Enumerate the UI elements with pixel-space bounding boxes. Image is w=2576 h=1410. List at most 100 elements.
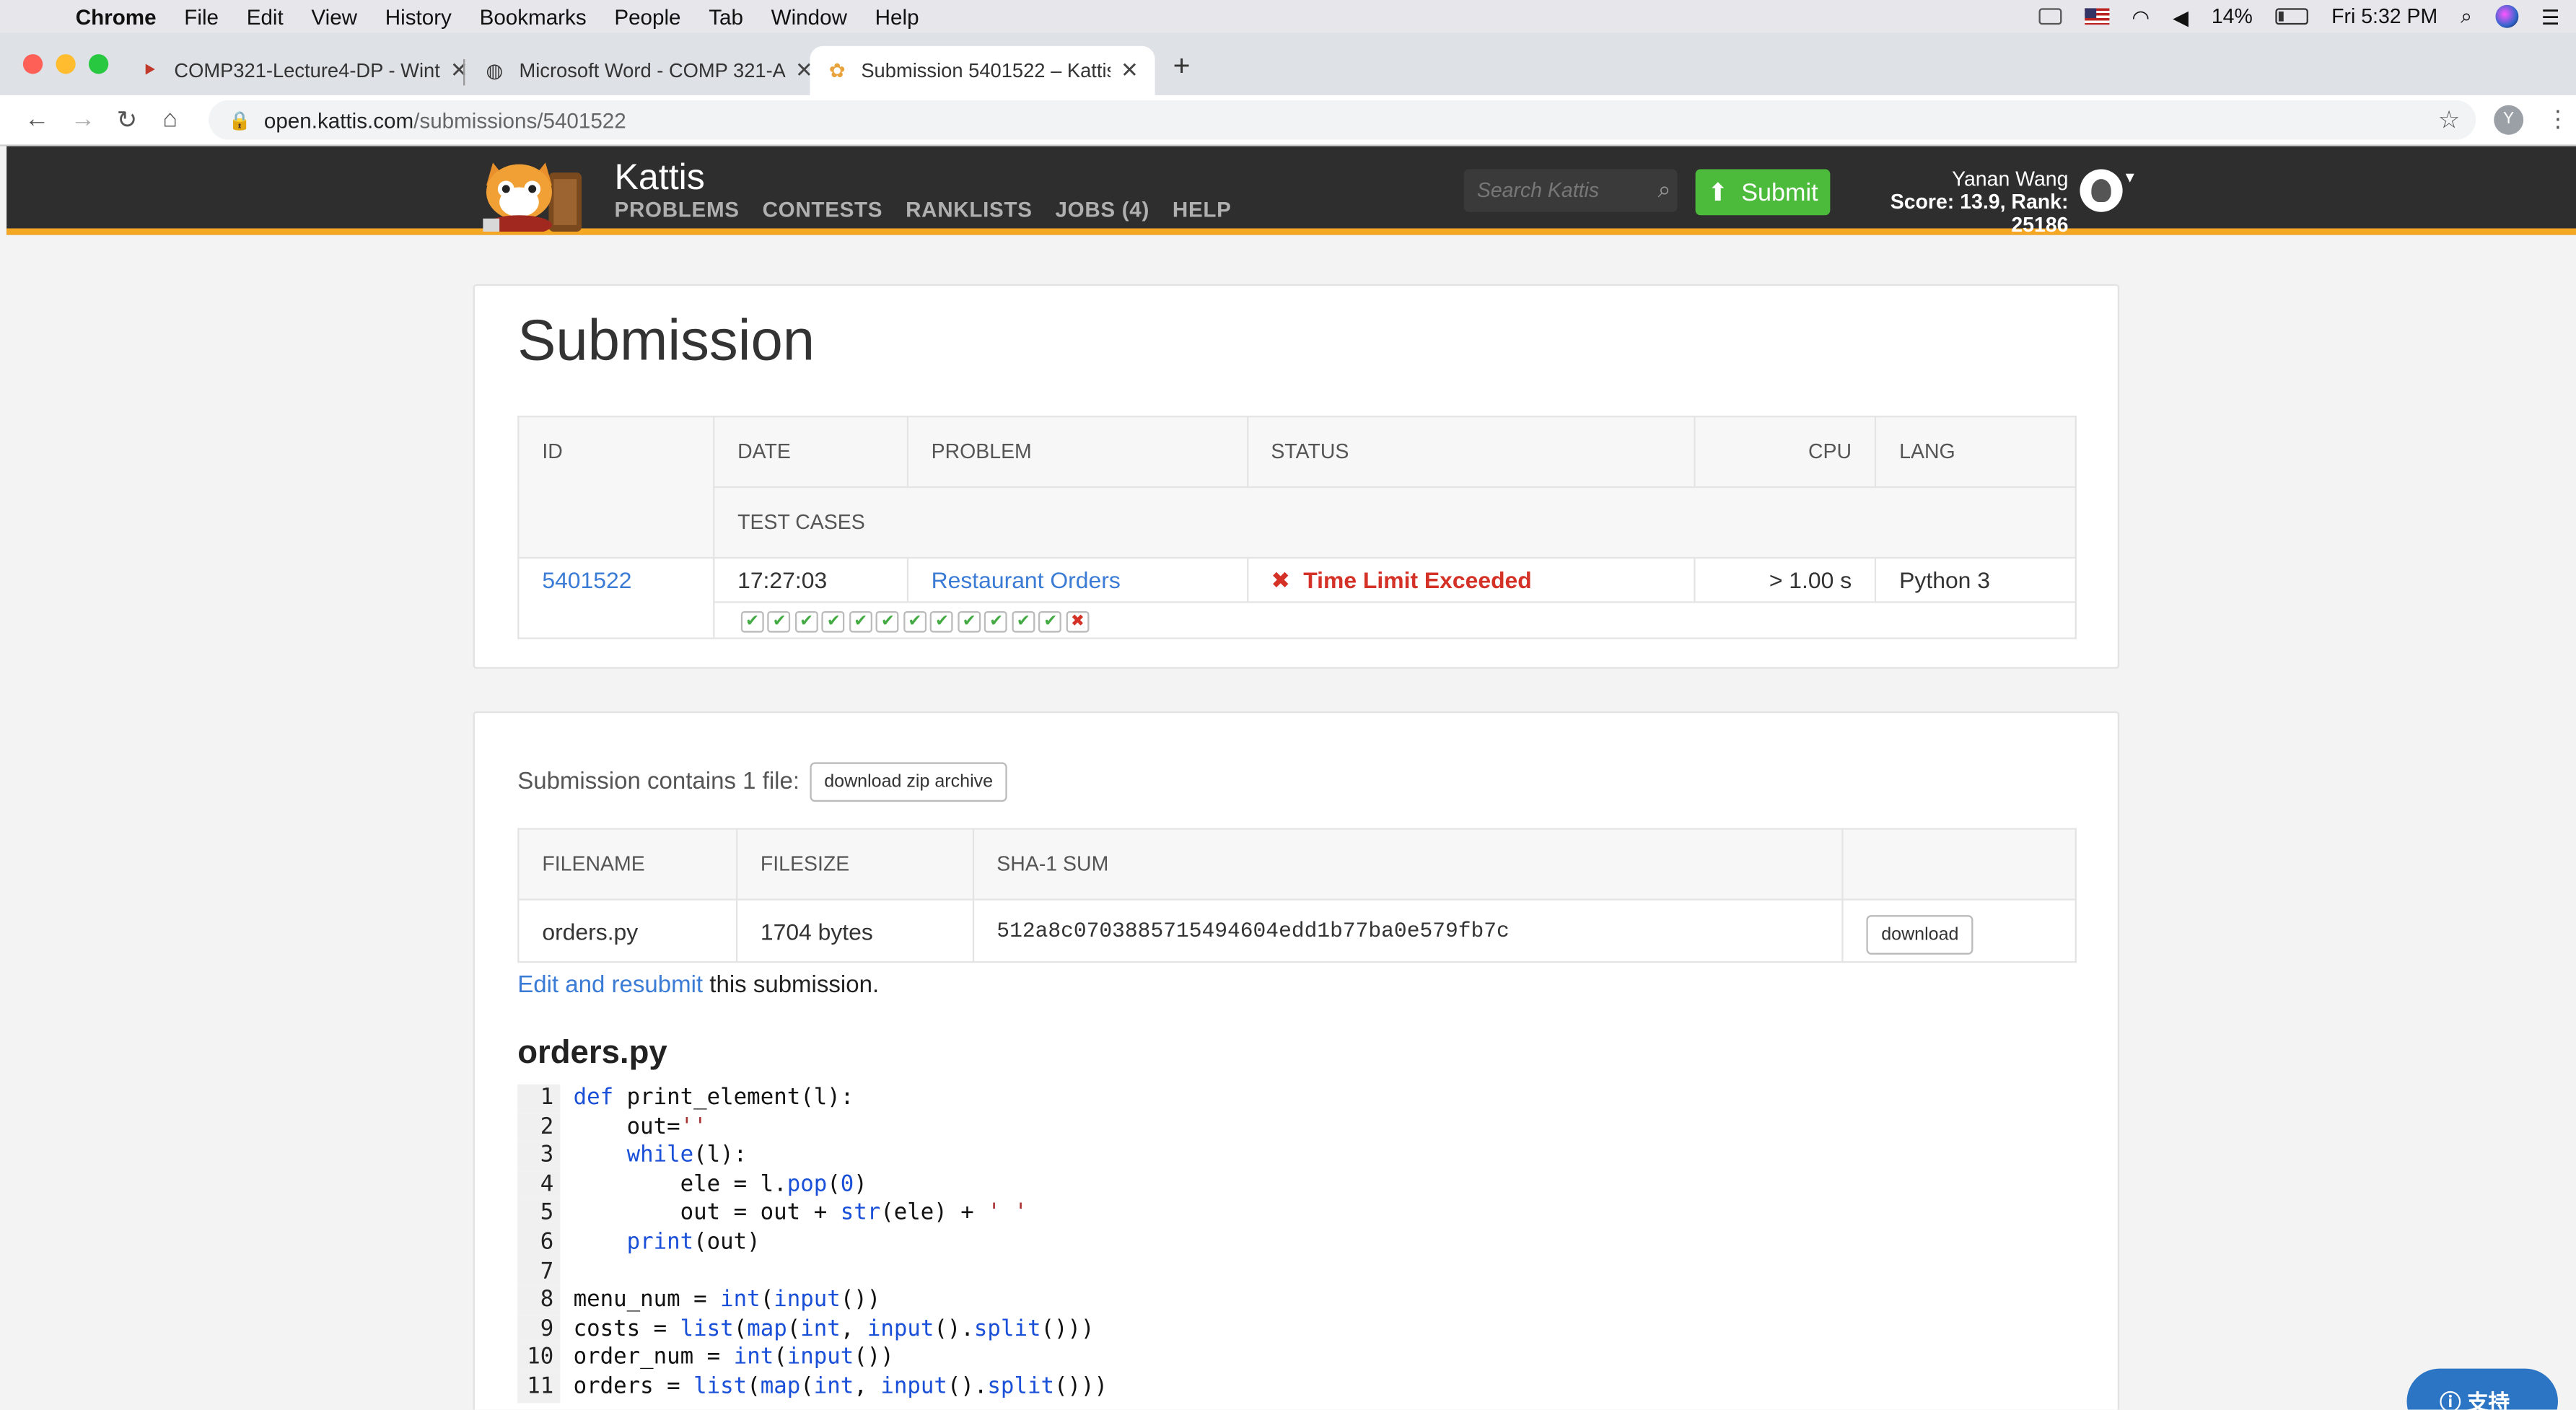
file-count-text: Submission contains 1 file: — [517, 769, 800, 795]
battery-icon[interactable] — [2275, 8, 2309, 25]
menu-people[interactable]: People — [614, 4, 680, 29]
volume-icon[interactable]: ◀ — [2173, 4, 2189, 29]
kattis-main-nav: PROBLEMS CONTESTS RANKLISTS JOBS (4) HEL… — [615, 197, 1232, 222]
test-case-pass-icon[interactable]: ✔ — [984, 611, 1008, 634]
col-actions — [1841, 828, 2077, 901]
nav-ranklists[interactable]: RANKLISTS — [906, 197, 1033, 222]
menu-tab[interactable]: Tab — [709, 4, 743, 29]
bookmark-star-icon[interactable]: ☆ — [2438, 105, 2461, 135]
col-status: STATUS — [1246, 416, 1696, 489]
menu-edit[interactable]: Edit — [247, 4, 284, 29]
input-source-flag-icon[interactable] — [2084, 8, 2109, 25]
download-zip-button[interactable]: download zip archive — [809, 762, 1008, 802]
source-code-block[interactable]: 1 def print_element(l): 2 out='' 3 while(l)… — [517, 1084, 2077, 1403]
code-line: 7 — [517, 1258, 2077, 1287]
new-tab-button[interactable]: + — [1173, 49, 1191, 84]
user-avatar[interactable] — [2080, 169, 2123, 212]
col-filesize: FILESIZE — [735, 828, 974, 901]
test-case-results: ✔ ✔ ✔ ✔ ✔ ✔ ✔ ✔ ✔ ✔ ✔ ✔ ✖ — [712, 601, 2077, 639]
download-button[interactable]: download — [1866, 914, 1973, 954]
code-text: order_num = int(input()) — [573, 1344, 894, 1371]
clock[interactable]: Fri 5:32 PM — [2331, 5, 2437, 28]
user-name: Yanan Wang — [1952, 167, 2069, 191]
zoom-window-button[interactable] — [88, 54, 109, 74]
test-case-pass-icon[interactable]: ✔ — [930, 611, 954, 634]
close-tab-icon[interactable]: ✕ — [450, 58, 468, 84]
test-case-pass-icon[interactable]: ✔ — [903, 611, 926, 634]
code-line: 5 out = out + str(ele) + ' ' — [517, 1199, 2077, 1229]
siri-icon[interactable] — [2494, 4, 2518, 28]
search-icon[interactable]: ⌕ — [1658, 176, 1671, 204]
home-icon[interactable]: ⌂ — [162, 105, 178, 133]
address-bar[interactable]: 🔒 open.kattis.com/submissions/5401522 — [209, 100, 2476, 140]
minimize-window-button[interactable] — [56, 54, 76, 74]
line-number: 9 — [517, 1315, 561, 1345]
tab-title: Microsoft Word - COMP 321-A3 — [519, 58, 786, 82]
code-text: costs = list(map(int, input().split())) — [573, 1315, 1095, 1342]
profile-avatar[interactable]: Y — [2494, 105, 2524, 135]
problem-link[interactable]: Restaurant Orders — [932, 566, 1121, 592]
user-menu-caret-icon[interactable]: ▼ — [2123, 170, 2137, 186]
window-controls — [22, 54, 109, 74]
code-line: 4 ele = l.pop(0) — [517, 1170, 2077, 1200]
test-case-pass-icon[interactable]: ✔ — [768, 611, 792, 634]
nav-jobs[interactable]: JOBS (4) — [1056, 197, 1149, 222]
test-case-pass-icon[interactable]: ✔ — [740, 611, 764, 634]
close-tab-icon[interactable]: ✕ — [1121, 58, 1139, 84]
battery-percent[interactable]: 14% — [2212, 5, 2253, 28]
forward-arrow-icon[interactable]: → — [71, 105, 95, 133]
menu-view[interactable]: View — [311, 4, 357, 29]
back-arrow-icon[interactable]: ← — [25, 105, 49, 133]
kattis-header: Kattis PROBLEMS CONTESTS RANKLISTS JOBS … — [6, 146, 2576, 237]
kattis-favicon-icon: ✿ — [828, 58, 846, 82]
menu-window[interactable]: Window — [771, 4, 847, 29]
tab-submission[interactable]: ✿ Submission 5401522 – Kattis, Ka ✕ — [810, 45, 1155, 96]
test-case-pass-icon[interactable]: ✔ — [822, 611, 846, 634]
tab-word-doc[interactable]: ◍ Microsoft Word - COMP 321-A3 ✕ — [467, 46, 830, 95]
menu-bookmarks[interactable]: Bookmarks — [480, 4, 587, 29]
search-input[interactable]: Search Kattis ⌕ — [1463, 169, 1678, 212]
test-case-pass-icon[interactable]: ✔ — [794, 611, 818, 634]
menu-file[interactable]: File — [184, 4, 219, 29]
code-line: 10 order_num = int(input()) — [517, 1344, 2077, 1374]
nav-contests[interactable]: CONTESTS — [763, 197, 883, 222]
submit-button[interactable]: ⬆ Submit — [1695, 169, 1831, 216]
line-number: 2 — [517, 1113, 561, 1142]
menu-app-name[interactable]: Chrome — [76, 4, 157, 29]
user-info[interactable]: Yanan Wang Score: 13.9, Rank: 25186 — [1834, 167, 2069, 237]
reload-icon[interactable]: ↻ — [117, 105, 138, 135]
nav-help[interactable]: HELP — [1173, 197, 1232, 222]
submission-date: 17:27:03 — [712, 556, 908, 603]
spotlight-search-icon[interactable]: ⌕ — [2461, 4, 2472, 29]
notification-center-icon[interactable]: ☰ — [2541, 4, 2560, 29]
test-case-pass-icon[interactable]: ✔ — [876, 611, 900, 634]
display-icon[interactable] — [2038, 8, 2062, 25]
tab-lecture[interactable]: ⯈ COMP321-Lecture4-DP - Winter ✕ — [121, 46, 484, 95]
kattis-brand[interactable]: Kattis — [615, 156, 705, 198]
menu-history[interactable]: History — [385, 4, 452, 29]
close-window-button[interactable] — [22, 54, 43, 74]
edit-resubmit-link[interactable]: Edit and resubmit — [517, 973, 703, 999]
edit-resubmit-suffix: this submission. — [703, 972, 880, 999]
status-verdict: Time Limit Exceeded — [1303, 566, 1532, 592]
help-widget-button[interactable]: ⓘ 支持 — [2406, 1368, 2558, 1410]
pdf-icon: ⯈ — [141, 58, 158, 82]
test-case-pass-icon[interactable]: ✔ — [958, 611, 981, 634]
nav-problems[interactable]: PROBLEMS — [615, 197, 740, 222]
test-case-fail-icon[interactable]: ✖ — [1066, 611, 1090, 634]
language: Python 3 — [1875, 556, 2077, 603]
browser-tab-strip: ⯈ COMP321-Lecture4-DP - Winter ✕ ◍ Micro… — [0, 32, 2576, 96]
chrome-menu-icon[interactable]: ⋮ — [2546, 105, 2570, 133]
test-case-pass-icon[interactable]: ✔ — [1038, 611, 1062, 634]
test-case-pass-icon[interactable]: ✔ — [1012, 611, 1035, 634]
wifi-icon[interactable]: ◠ — [2132, 4, 2150, 29]
line-number: 10 — [517, 1344, 561, 1374]
code-text: menu_num = int(input()) — [573, 1287, 881, 1313]
submission-id-link[interactable]: 5401522 — [542, 566, 631, 592]
menu-help[interactable]: Help — [875, 4, 919, 29]
kattis-cat-logo[interactable] — [476, 156, 591, 232]
test-case-pass-icon[interactable]: ✔ — [849, 611, 872, 634]
lock-icon[interactable]: 🔒 — [228, 109, 250, 131]
line-number: 6 — [517, 1228, 561, 1258]
line-number: 8 — [517, 1287, 561, 1316]
